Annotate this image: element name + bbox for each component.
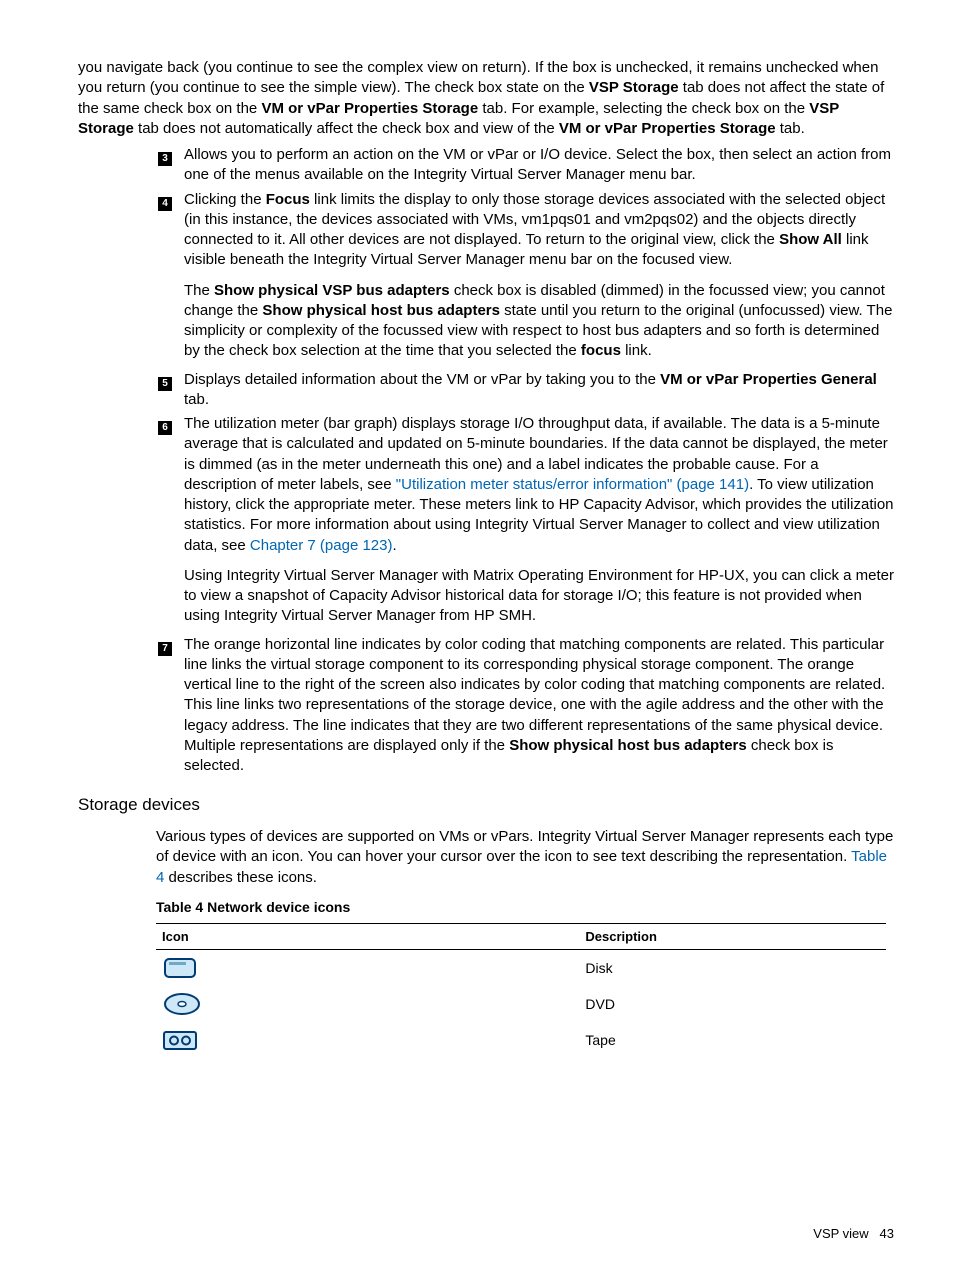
text-bold: focus [581, 342, 621, 359]
callout-badge: 4 [158, 197, 172, 211]
text: Clicking the [184, 191, 266, 208]
text: Displays detailed information about the … [184, 371, 660, 388]
callout-number-4: 4 [158, 192, 178, 366]
text-bold: VSP Storage [589, 79, 679, 96]
icon-cell [156, 950, 579, 987]
callout-badge: 7 [158, 642, 172, 656]
disk-icon [162, 956, 573, 980]
table-row: Disk [156, 950, 886, 987]
footer-section: VSP view [813, 1226, 868, 1241]
callout-body: Displays detailed information about the … [184, 370, 894, 411]
link-utilization-meter[interactable]: "Utilization meter status/error informat… [396, 476, 749, 493]
callout-body: The orange horizontal line indicates by … [184, 635, 894, 777]
callout-number-3: 3 [158, 147, 178, 186]
desc-cell: Disk [579, 950, 886, 987]
table-row: Tape [156, 1022, 886, 1058]
link-chapter-7[interactable]: Chapter 7 (page 123) [250, 537, 393, 554]
callout-item-5: 5 Displays detailed information about th… [78, 370, 894, 411]
storage-intro-paragraph: Various types of devices are supported o… [156, 827, 894, 888]
intro-paragraph: you navigate back (you continue to see t… [78, 58, 894, 139]
paragraph: The utilization meter (bar graph) displa… [184, 414, 894, 556]
table-caption: Table 4 Network device icons [156, 898, 894, 917]
col-header-icon: Icon [156, 923, 579, 950]
page-container: you navigate back (you continue to see t… [0, 0, 954, 1271]
text-bold: VM or vPar Properties General [660, 371, 877, 388]
icon-cell [156, 986, 579, 1022]
paragraph: The Show physical VSP bus adapters check… [184, 281, 894, 362]
callout-body: The utilization meter (bar graph) displa… [184, 414, 894, 631]
text: tab. For example, selecting the check bo… [478, 100, 809, 117]
callout-badge: 3 [158, 152, 172, 166]
callout-body: Allows you to perform an action on the V… [184, 145, 894, 186]
text: The [184, 282, 214, 299]
callout-number-6: 6 [158, 416, 178, 631]
text: describes these icons. [164, 869, 317, 886]
desc-cell: DVD [579, 986, 886, 1022]
callout-item-3: 3 Allows you to perform an action on the… [78, 145, 894, 186]
callout-item-6: 6 The utilization meter (bar graph) disp… [78, 414, 894, 631]
text: tab does not automatically affect the ch… [134, 120, 559, 137]
text-bold: Show physical host bus adapters [262, 302, 500, 319]
callout-item-4: 4 Clicking the Focus link limits the dis… [78, 190, 894, 366]
callout-badge: 6 [158, 421, 172, 435]
paragraph: Clicking the Focus link limits the displ… [184, 190, 894, 271]
text-bold: Show All [779, 231, 842, 248]
text: . [393, 537, 397, 554]
callout-body: Clicking the Focus link limits the displ… [184, 190, 894, 366]
text-bold: Show physical host bus adapters [509, 737, 747, 754]
text-bold: VM or vPar Properties Storage [261, 100, 478, 117]
table-network-device-icons: Icon Description Disk [156, 923, 886, 1059]
footer-page-number: 43 [880, 1226, 894, 1241]
desc-cell: Tape [579, 1022, 886, 1058]
callout-badge: 5 [158, 377, 172, 391]
text: Various types of devices are supported o… [156, 828, 893, 865]
text: tab. [776, 120, 805, 137]
text: link. [621, 342, 652, 359]
paragraph: Using Integrity Virtual Server Manager w… [184, 566, 894, 627]
icon-cell [156, 1022, 579, 1058]
table-row: DVD [156, 986, 886, 1022]
callout-number-5: 5 [158, 372, 178, 411]
text-bold: Focus [266, 191, 310, 208]
dvd-icon [162, 992, 573, 1016]
callout-item-7: 7 The orange horizontal line indicates b… [78, 635, 894, 777]
page-footer: VSP view 43 [813, 1225, 894, 1243]
text: tab. [184, 391, 209, 408]
col-header-description: Description [579, 923, 886, 950]
table-header-row: Icon Description [156, 923, 886, 950]
text: Using Integrity Virtual Server Manager w… [184, 567, 894, 625]
text-bold: Show physical VSP bus adapters [214, 282, 450, 299]
tape-icon [162, 1028, 573, 1052]
callout-number-7: 7 [158, 637, 178, 777]
heading-storage-devices: Storage devices [78, 794, 894, 817]
text: Allows you to perform an action on the V… [184, 146, 891, 183]
text-bold: VM or vPar Properties Storage [559, 120, 776, 137]
